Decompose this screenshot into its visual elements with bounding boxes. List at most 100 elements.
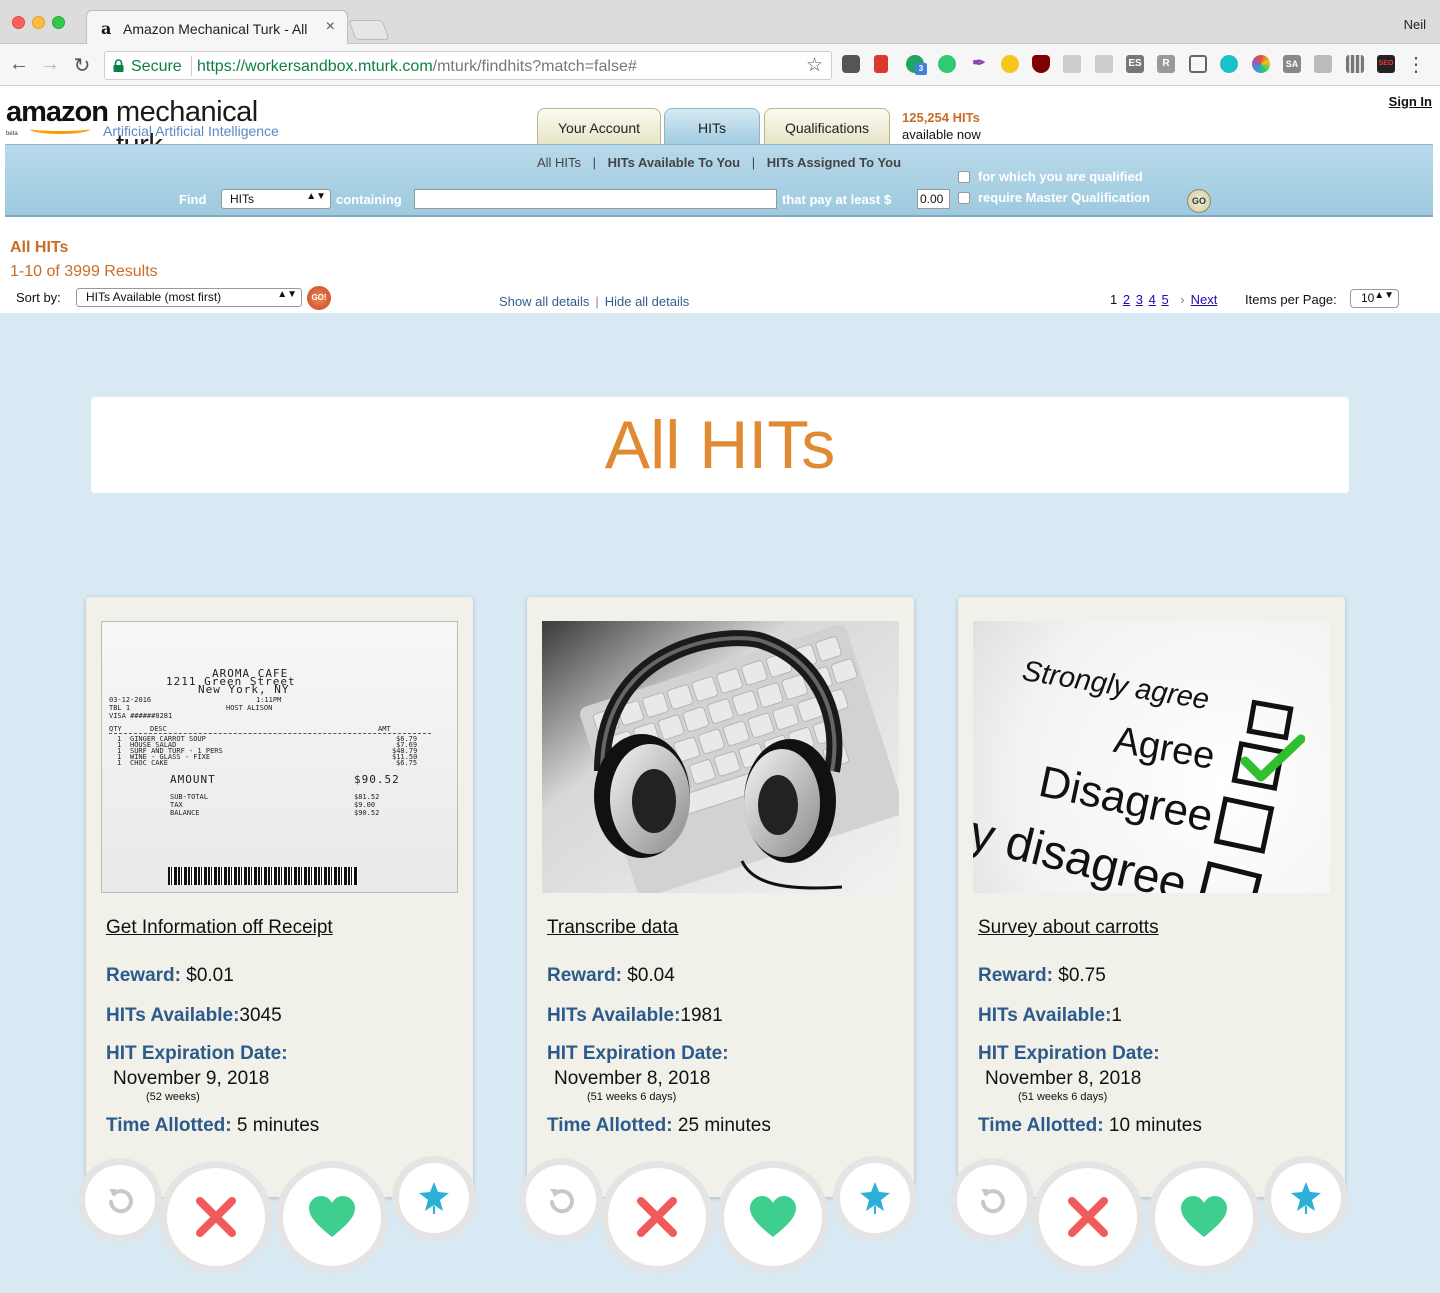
super-like-button[interactable] [399, 1163, 469, 1233]
page-link-4[interactable]: 4 [1149, 292, 1156, 307]
chat-badge: 3 [915, 63, 927, 75]
sort-select[interactable]: HITs Available (most first) ▲▼ [76, 288, 302, 307]
page-link-2[interactable]: 2 [1123, 292, 1130, 307]
chart-icon[interactable] [1063, 55, 1081, 73]
time-label: Time Allotted: [978, 1115, 1104, 1136]
tab-close-icon[interactable]: × [326, 18, 335, 36]
expiration-label: HIT Expiration Date: [547, 1043, 729, 1064]
css-icon[interactable] [1095, 55, 1113, 73]
hit-card: AROMA CAFE 1211 Green Street New York, N… [85, 597, 473, 1266]
star-icon [419, 1182, 449, 1214]
ublock-icon[interactable] [1032, 55, 1050, 73]
sa-icon[interactable]: SA [1283, 55, 1301, 73]
maximize-window-icon[interactable] [52, 16, 65, 29]
reload-icon[interactable]: ↻ [70, 53, 94, 78]
min-pay-input[interactable]: 0.00 [917, 189, 950, 209]
receipt-date: 03-12-2016 [109, 696, 152, 704]
reject-button[interactable] [608, 1168, 706, 1266]
hit-title-link[interactable]: Survey about carrotts [978, 917, 1159, 939]
hit-expiration-label-row: HIT Expiration Date: [106, 1043, 288, 1065]
browser-menu-icon[interactable]: ⋮ [1406, 52, 1426, 77]
undo-button[interactable] [526, 1165, 596, 1235]
like-button[interactable] [724, 1168, 822, 1266]
tab-title: Amazon Mechanical Turk - All [123, 21, 308, 37]
page-link-3[interactable]: 3 [1136, 292, 1143, 307]
sort-go-button[interactable]: GO! [307, 286, 331, 310]
r-icon[interactable]: R [1157, 55, 1175, 73]
keyword-search-input[interactable] [414, 189, 777, 209]
bars-icon[interactable] [1346, 55, 1364, 73]
hit-card: Strongly agree Agree Disagree ly disagre… [957, 597, 1345, 1266]
hits-subnav: All HITs | HITs Available To You | HITs … [5, 155, 1433, 170]
mturk-logo[interactable]: amazon mechanical turk Artificial Artifi… [6, 96, 306, 161]
seo-icon[interactable]: SEO [1377, 55, 1395, 73]
chat-icon[interactable]: 3 [906, 55, 927, 75]
like-button[interactable] [283, 1168, 381, 1266]
undo-button[interactable] [957, 1165, 1027, 1235]
items-per-page-select[interactable]: 10 ▲▼ [1350, 289, 1399, 308]
expiration-date: November 8, 2018 [985, 1068, 1142, 1089]
emoji-icon[interactable] [1001, 55, 1019, 73]
hit-reward: Reward: $0.01 [106, 965, 234, 987]
next-page-link[interactable]: Next [1191, 292, 1218, 307]
feather-icon[interactable]: ✒ [970, 55, 988, 73]
tab-your-account[interactable]: Your Account [537, 108, 661, 145]
subnav-hits-available[interactable]: HITs Available To You [608, 155, 740, 170]
barcode [168, 867, 358, 885]
qualified-checkbox[interactable] [958, 171, 970, 183]
new-tab-button[interactable] [348, 20, 390, 40]
show-all-details-link[interactable]: Show all details [499, 294, 589, 309]
sign-in-link[interactable]: Sign In [1389, 94, 1432, 109]
tab-hits[interactable]: HITs [664, 108, 760, 145]
hits-banner: All HITs [91, 397, 1349, 493]
hit-title-link[interactable]: Transcribe data [547, 917, 678, 939]
tab-qualifications[interactable]: Qualifications [764, 108, 890, 145]
k-icon[interactable] [1314, 55, 1332, 73]
receipt-time: 1:11PM [256, 696, 282, 704]
hit-actions [76, 1150, 486, 1280]
browser-user-name[interactable]: Neil [1404, 17, 1426, 32]
forward-arrow-icon[interactable]: → [38, 53, 62, 76]
receipt: AROMA CAFE 1211 Green Street New York, N… [101, 621, 458, 893]
super-like-button[interactable] [840, 1163, 910, 1233]
pocket-icon[interactable] [842, 55, 860, 73]
url-text[interactable]: https://workersandbox.mturk.com/mturk/fi… [197, 58, 637, 76]
bookmark-star-icon[interactable]: ☆ [806, 54, 823, 77]
back-arrow-icon[interactable]: ← [7, 53, 31, 76]
cast-icon[interactable] [1189, 55, 1207, 73]
url-separator [191, 56, 192, 76]
expiration-duration: (51 weeks 6 days) [1018, 1091, 1108, 1103]
close-window-icon[interactable] [12, 16, 25, 29]
color-icon[interactable] [1252, 55, 1270, 73]
subnav-all-hits[interactable]: All HITs [537, 155, 581, 170]
master-qualification-checkbox[interactable] [958, 192, 970, 204]
find-type-select[interactable]: HITs ▲▼ [221, 189, 331, 209]
receipt-col-qty: QTY [109, 725, 122, 733]
page-link-5[interactable]: 5 [1161, 292, 1168, 307]
es-icon[interactable]: ES [1126, 55, 1144, 73]
listing-title: All HITs [10, 239, 69, 256]
reject-button[interactable] [167, 1168, 265, 1266]
address-bar[interactable]: Secure https://workersandbox.mturk.com/m… [104, 51, 832, 80]
checkbox-empty-icon [1195, 860, 1263, 893]
undo-button[interactable] [85, 1165, 155, 1235]
hit-available: HITs Available:1981 [547, 1005, 723, 1027]
search-go-button[interactable]: GO [1187, 189, 1211, 213]
bookmark-icon[interactable] [874, 55, 888, 73]
time-label: Time Allotted: [106, 1115, 232, 1136]
m-icon[interactable] [1220, 55, 1238, 73]
reject-button[interactable] [1039, 1168, 1137, 1266]
time-value: 25 minutes [677, 1115, 771, 1136]
like-button[interactable] [1155, 1168, 1253, 1266]
browser-tab[interactable]: a Amazon Mechanical Turk - All × [86, 10, 348, 45]
id-icon[interactable] [938, 55, 956, 73]
details-toggle: Show all details | Hide all details [499, 294, 689, 309]
subnav-sep: | [751, 155, 756, 170]
hits-available-count: 125,254 HITs [902, 110, 980, 125]
hit-title-link[interactable]: Get Information off Receipt [106, 917, 333, 939]
minimize-window-icon[interactable] [32, 16, 45, 29]
super-like-button[interactable] [1271, 1163, 1341, 1233]
subnav-hits-assigned[interactable]: HITs Assigned To You [767, 155, 901, 170]
hide-all-details-link[interactable]: Hide all details [605, 294, 690, 309]
amazon-favicon-icon: a [101, 19, 112, 38]
